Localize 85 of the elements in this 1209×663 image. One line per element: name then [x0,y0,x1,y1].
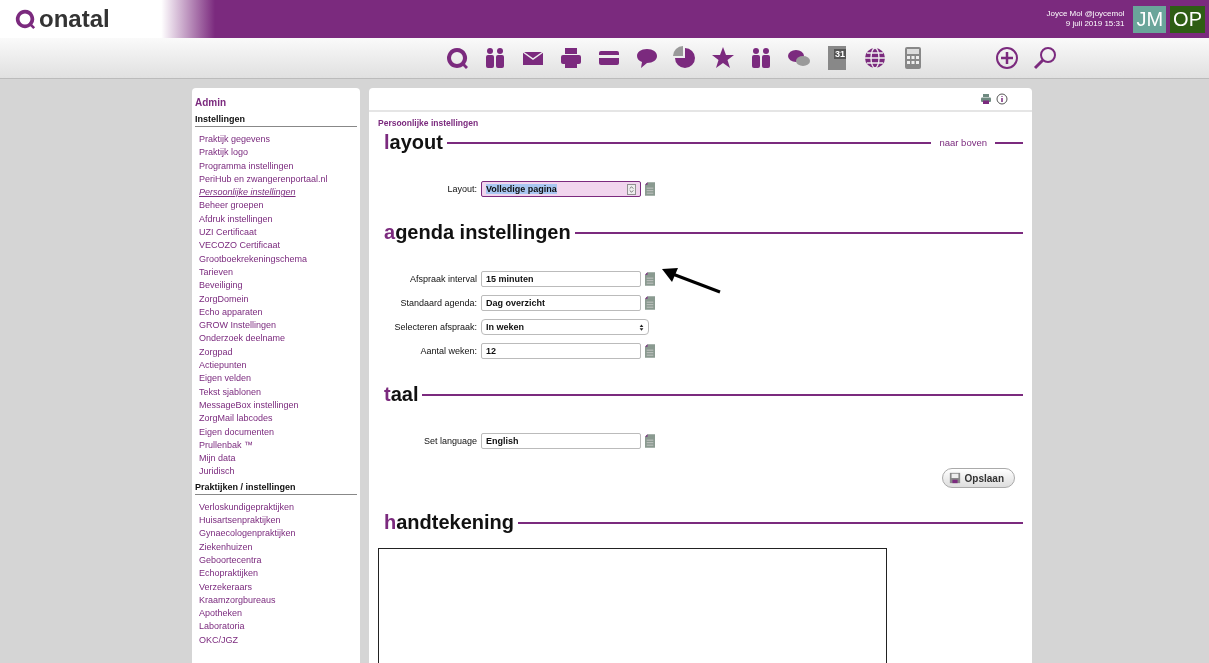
sidebar-link[interactable]: Eigen velden [192,372,360,386]
printer-icon[interactable] [559,46,583,70]
sidebar-link[interactable]: ZorgMail labcodes [192,412,360,426]
sidebar-link[interactable]: Persoonlijke instellingen [192,186,360,200]
dropdown[interactable]: In weken [481,319,649,335]
sidebar-link[interactable]: Beveiliging [192,279,360,293]
sidebar-link[interactable]: Verloskundigepraktijken [192,500,360,514]
sidebar-link[interactable]: Juridisch [192,465,360,479]
field-label: Standaard agenda: [399,298,478,308]
stepper-icon [627,183,636,195]
sidebar-link[interactable]: Actiepunten [192,359,360,373]
section-title: handtekening [383,511,514,534]
updown-icon [639,322,644,332]
logo-icon [14,8,36,30]
document-icon[interactable] [645,182,655,196]
document-icon[interactable] [645,344,655,358]
sidebar-link[interactable]: Kraamzorgbureaus [192,593,360,608]
sidebar-link[interactable]: Mijn data [192,452,360,466]
sidebar-link[interactable]: MessageBox instellingen [192,398,360,413]
pie-chart-icon[interactable] [673,46,697,70]
sidebar-link[interactable]: Tekst sjablonen [192,385,360,399]
info-icon[interactable] [996,93,1008,105]
field-label: Afspraak interval [408,274,478,284]
section-heading: Instellingen [195,112,357,127]
section-title: taal [383,383,419,406]
document-icon[interactable] [645,434,655,448]
star-icon[interactable] [711,46,735,70]
section-heading: Praktijken / instellingen [195,479,357,495]
sidebar-link[interactable]: Huisartsenpraktijken [192,514,360,528]
sidebar-link[interactable]: GROW Instellingen [192,319,360,333]
sidebar-link[interactable]: Laboratoria [192,620,360,634]
sidebar-link[interactable]: Eigen documenten [192,425,360,439]
sidebar-link[interactable]: Programma instellingen [192,159,360,173]
input-field[interactable]: Dag overzicht [481,295,641,311]
sidebar-link[interactable]: Ziekenhuizen [192,540,360,554]
sidebar-link[interactable]: Onderzoek deelname [192,332,360,346]
sidebar-link[interactable]: UZI Certificaat [192,226,360,240]
refresh-icon[interactable] [445,46,469,70]
save-button[interactable]: Opslaan [941,468,1015,488]
people-icon[interactable] [749,46,773,70]
speech-bubble-icon[interactable] [635,46,659,70]
sidebar-link[interactable]: Echopraktijken [192,567,360,581]
back-to-top-link[interactable]: naar boven [935,137,991,148]
field-label: Selecteren afspraak: [393,322,478,332]
input-field[interactable]: 15 minuten [481,271,641,287]
sidebar-link[interactable]: Praktijk gegevens [192,133,360,147]
sidebar-link[interactable]: Beheer groepen [192,199,360,213]
avatar[interactable]: OP [1170,5,1205,33]
calendar-icon[interactable]: 31 [828,46,846,70]
date-time: 9 juli 2019 15:31 [1065,19,1125,29]
sidebar-link[interactable]: Geboortecentra [192,553,360,568]
sidebar-link[interactable]: Prullenbak ™ [192,438,360,453]
sidebar-link[interactable]: Echo apparaten [192,305,360,320]
globe-icon[interactable] [863,46,887,70]
logo-text: onatal [39,5,110,33]
sidebar-link[interactable]: PeriHub en zwangerenportaal.nl [192,172,360,187]
sidebar-link[interactable]: Afdruk instellingen [192,212,360,227]
field-label: Aantal weken: [419,346,478,356]
printer-icon[interactable] [980,93,992,105]
section-title: layout [383,131,443,154]
annotation-arrow [662,265,722,295]
sidebar-link[interactable]: Verzekeraars [192,580,360,594]
sidebar-link[interactable]: VECOZO Certificaat [192,239,360,253]
input-field[interactable]: 12 [481,343,641,359]
sidebar-link[interactable]: Grootboekrekeningschema [192,252,360,266]
sidebar-title: Admin [194,96,228,110]
search-icon[interactable] [1033,46,1057,70]
breadcrumb: Persoonlijke instellingen [378,118,480,128]
sidebar-link[interactable]: ZorgDomein [192,292,360,306]
sidebar-link[interactable]: Zorgpad [192,345,360,360]
document-icon[interactable] [645,272,655,286]
user-name: Joyce Mol @joycemol [1046,9,1125,19]
sidebar-link[interactable]: Praktijk logo [192,146,360,160]
field-label: Layout: [446,184,478,194]
input-field[interactable]: English [481,433,641,449]
sidebar-link[interactable]: Gynaecologenpraktijken [192,527,360,541]
sidebar-link[interactable]: Apotheken [192,607,360,621]
select-field[interactable]: Volledige pagina [481,181,641,197]
field-label: Set language [422,436,478,446]
people-icon[interactable] [483,46,507,70]
section-title: agenda instellingen [383,221,571,244]
sidebar-link[interactable]: Tarieven [192,265,360,280]
add-icon[interactable] [995,46,1019,70]
sidebar-link[interactable]: OKC/JGZ [192,633,360,647]
document-icon[interactable] [645,296,655,310]
